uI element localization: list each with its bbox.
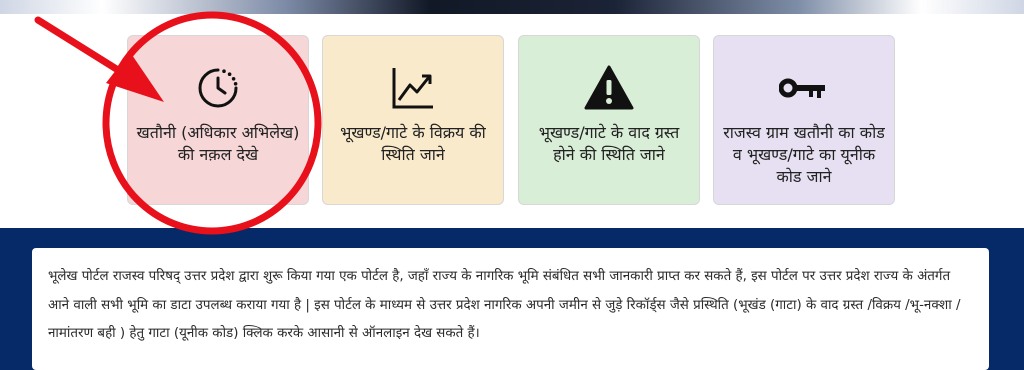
annotation-arrow-shaft xyxy=(34,16,122,74)
annotation-circle xyxy=(102,11,322,235)
annotation-arrow-head xyxy=(106,52,164,102)
annotation-overlay xyxy=(34,11,322,235)
